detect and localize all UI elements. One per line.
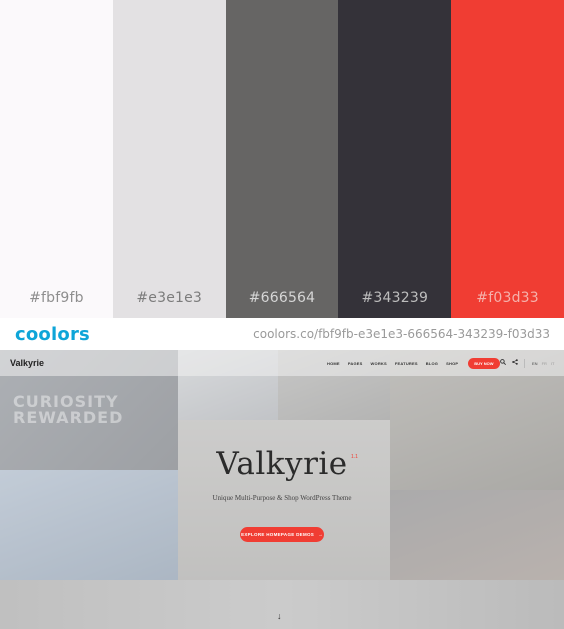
swatch-hex-label: #343239 bbox=[361, 290, 429, 306]
nav-item-blog[interactable]: BLOG bbox=[426, 361, 438, 366]
lang-en[interactable]: EN bbox=[532, 361, 538, 366]
swatch-hex-label: #f03d33 bbox=[476, 290, 539, 306]
nav-icons bbox=[500, 350, 525, 376]
color-palette: #fbf9fb #e3e1e3 #666564 #343239 #f03d33 bbox=[0, 0, 564, 318]
ghost-line: REWARDED bbox=[13, 408, 124, 427]
site-nav-menu: HOME PAGES WORKS FEATURES BLOG SHOP BUY … bbox=[327, 350, 500, 376]
coolors-bar: coolors coolors.co/fbf9fb-e3e1e3-666564-… bbox=[0, 318, 564, 350]
swatch-hex-label: #fbf9fb bbox=[29, 290, 84, 306]
cta-label: EXPLORE HOMEPAGE DEMOS bbox=[241, 532, 315, 537]
ghost-headline: CURIOSITY REWARDED bbox=[13, 394, 123, 426]
swatch-hex-label: #666564 bbox=[248, 290, 316, 306]
search-icon[interactable] bbox=[500, 359, 507, 367]
scroll-down-icon[interactable]: ↓ bbox=[277, 611, 282, 621]
hero-title: Valkyrie bbox=[216, 446, 348, 482]
buy-now-button[interactable]: BUY NOW bbox=[468, 357, 500, 369]
site-logo[interactable]: Valkyrie bbox=[10, 358, 44, 368]
swatch-2[interactable]: #e3e1e3 bbox=[112, 0, 226, 318]
explore-demos-button[interactable]: EXPLORE HOMEPAGE DEMOS → bbox=[240, 527, 324, 542]
nav-divider bbox=[524, 358, 525, 368]
nav-item-home[interactable]: HOME bbox=[327, 361, 340, 366]
hero-subtitle: Unique Multi-Purpose & Shop WordPress Th… bbox=[212, 494, 352, 502]
swatch-1[interactable]: #fbf9fb bbox=[0, 0, 113, 318]
lang-it[interactable]: IT bbox=[551, 361, 555, 366]
site-preview: CURIOSITY REWARDED Valkyrie HOME PAGES W… bbox=[0, 350, 564, 629]
coolors-logo[interactable]: coolors bbox=[15, 324, 90, 345]
nav-item-pages[interactable]: PAGES bbox=[348, 361, 363, 366]
nav-item-works[interactable]: WORKS bbox=[371, 361, 387, 366]
swatch-4[interactable]: #343239 bbox=[338, 0, 452, 318]
lang-fr[interactable]: FR bbox=[542, 361, 547, 366]
language-switcher: EN FR IT bbox=[532, 350, 554, 376]
arrow-right-icon: → bbox=[318, 532, 323, 537]
palette-url[interactable]: coolors.co/fbf9fb-e3e1e3-666564-343239-f… bbox=[253, 327, 550, 341]
swatch-3[interactable]: #666564 bbox=[225, 0, 339, 318]
share-icon[interactable] bbox=[512, 359, 518, 367]
swatch-hex-label: #e3e1e3 bbox=[136, 290, 203, 306]
swatch-5[interactable]: #f03d33 bbox=[451, 0, 564, 318]
version-badge: 1.1 bbox=[351, 454, 358, 460]
nav-item-shop[interactable]: SHOP bbox=[446, 361, 458, 366]
nav-item-features[interactable]: FEATURES bbox=[395, 361, 418, 366]
